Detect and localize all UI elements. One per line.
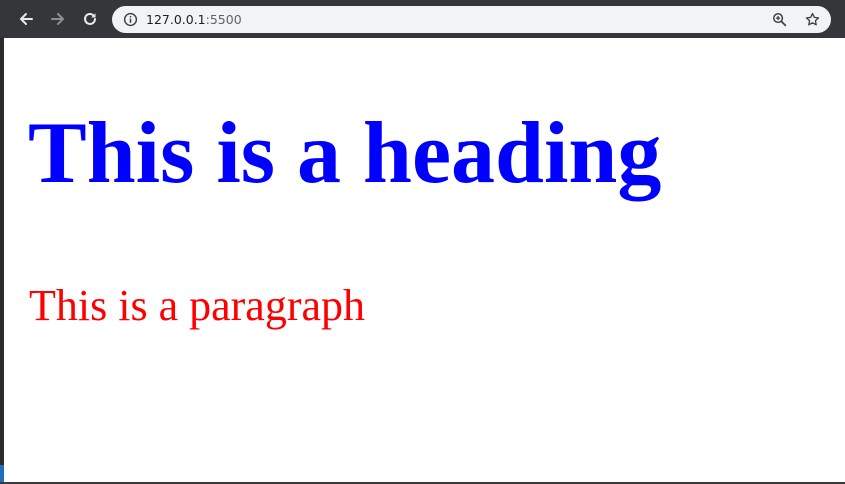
forward-button[interactable] (46, 7, 70, 31)
bookmark-button[interactable] (804, 11, 821, 28)
page-viewport: This is a heading This is a paragraph (4, 38, 845, 482)
page-paragraph: This is a paragraph (29, 281, 365, 330)
info-circle-icon (123, 12, 138, 27)
reload-icon (84, 12, 96, 25)
arrow-right-icon (51, 13, 64, 25)
site-info-button[interactable] (122, 11, 139, 28)
reload-button[interactable] (78, 7, 102, 31)
back-button[interactable] (14, 7, 38, 31)
url-port: :5500 (205, 12, 242, 27)
page-heading: This is a heading (28, 105, 662, 202)
browser-toolbar: 127.0.0.1:5500 (0, 0, 845, 38)
address-bar[interactable]: 127.0.0.1:5500 (112, 6, 831, 33)
zoom-in-icon (773, 13, 787, 27)
url-host: 127.0.0.1 (146, 12, 206, 27)
arrow-left-icon (20, 13, 33, 25)
zoom-button[interactable] (771, 11, 788, 28)
url-text[interactable]: 127.0.0.1:5500 (146, 12, 242, 27)
star-outline-icon (805, 12, 820, 26)
